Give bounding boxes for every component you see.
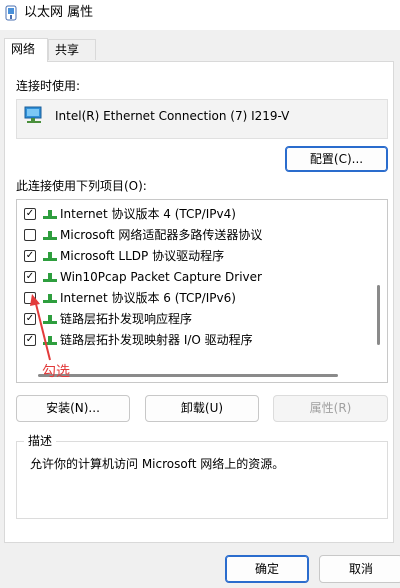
item-label: Internet 协议版本 6 (TCP/IPv6) — [60, 291, 236, 305]
list-item[interactable]: Internet 协议版本 6 (TCP/IPv6) — [17, 288, 377, 309]
configure-button[interactable]: 配置(C)... — [285, 146, 388, 172]
item-label: 链路层拓扑发现映射器 I/O 驱动程序 — [60, 333, 253, 347]
install-button[interactable]: 安装(N)... — [16, 395, 130, 422]
cancel-button[interactable]: 取消 — [319, 555, 400, 583]
description-text: 允许你的计算机访问 Microsoft 网络上的资源。 — [30, 457, 285, 471]
uninstall-button[interactable]: 卸载(U) — [145, 395, 259, 422]
network-properties-icon — [5, 5, 17, 21]
adapter-name: Intel(R) Ethernet Connection (7) I219-V — [55, 109, 290, 123]
multiplexor-checkbox[interactable] — [24, 229, 36, 241]
protocol-icon — [43, 252, 57, 261]
item-label: Win10Pcap Packet Capture Driver — [60, 270, 262, 284]
list-item[interactable]: ✓ Microsoft LLDP 协议驱动程序 — [17, 246, 377, 267]
tab-sharing[interactable]: 共享 — [48, 39, 96, 60]
item-label: 链路层拓扑发现响应程序 — [60, 312, 193, 326]
items-list[interactable]: ✓ Internet 协议版本 4 (TCP/IPv4) Microsoft 网… — [16, 199, 388, 383]
win10pcap-checkbox[interactable]: ✓ — [24, 271, 36, 283]
network-adapter-icon — [24, 106, 42, 123]
ipv4-checkbox[interactable]: ✓ — [24, 208, 36, 220]
annotation-label: 勾选 — [42, 364, 70, 380]
item-label: Microsoft 网络适配器多路传送器协议 — [60, 228, 263, 242]
ok-button[interactable]: 确定 — [225, 555, 309, 583]
protocol-icon — [43, 273, 57, 282]
description-group — [16, 441, 388, 519]
protocol-icon — [43, 210, 57, 219]
description-legend: 描述 — [24, 432, 57, 449]
connect-using-label: 连接时使用: — [16, 79, 81, 93]
list-item[interactable]: ✓ 链路层拓扑发现映射器 I/O 驱动程序 — [17, 330, 377, 351]
item-label: Internet 协议版本 4 (TCP/IPv4) — [60, 207, 236, 221]
item-label: Microsoft LLDP 协议驱动程序 — [60, 249, 225, 263]
list-item[interactable]: ✓ 链路层拓扑发现响应程序 — [17, 309, 377, 330]
vertical-scrollbar[interactable] — [377, 285, 380, 345]
properties-button[interactable]: 属性(R) — [273, 395, 388, 422]
window-title: 以太网 属性 — [24, 5, 94, 20]
protocol-icon — [43, 231, 57, 240]
lldp-checkbox[interactable]: ✓ — [24, 250, 36, 262]
list-item[interactable]: Microsoft 网络适配器多路传送器协议 — [17, 225, 377, 246]
annotation-arrow-icon — [30, 294, 51, 361]
tab-network[interactable]: 网络 — [4, 38, 48, 62]
list-item[interactable]: ✓ Win10Pcap Packet Capture Driver — [17, 267, 377, 288]
list-item[interactable]: ✓ Internet 协议版本 4 (TCP/IPv4) — [17, 204, 377, 225]
horizontal-scrollbar[interactable] — [38, 374, 338, 377]
items-label: 此连接使用下列项目(O): — [16, 179, 147, 193]
